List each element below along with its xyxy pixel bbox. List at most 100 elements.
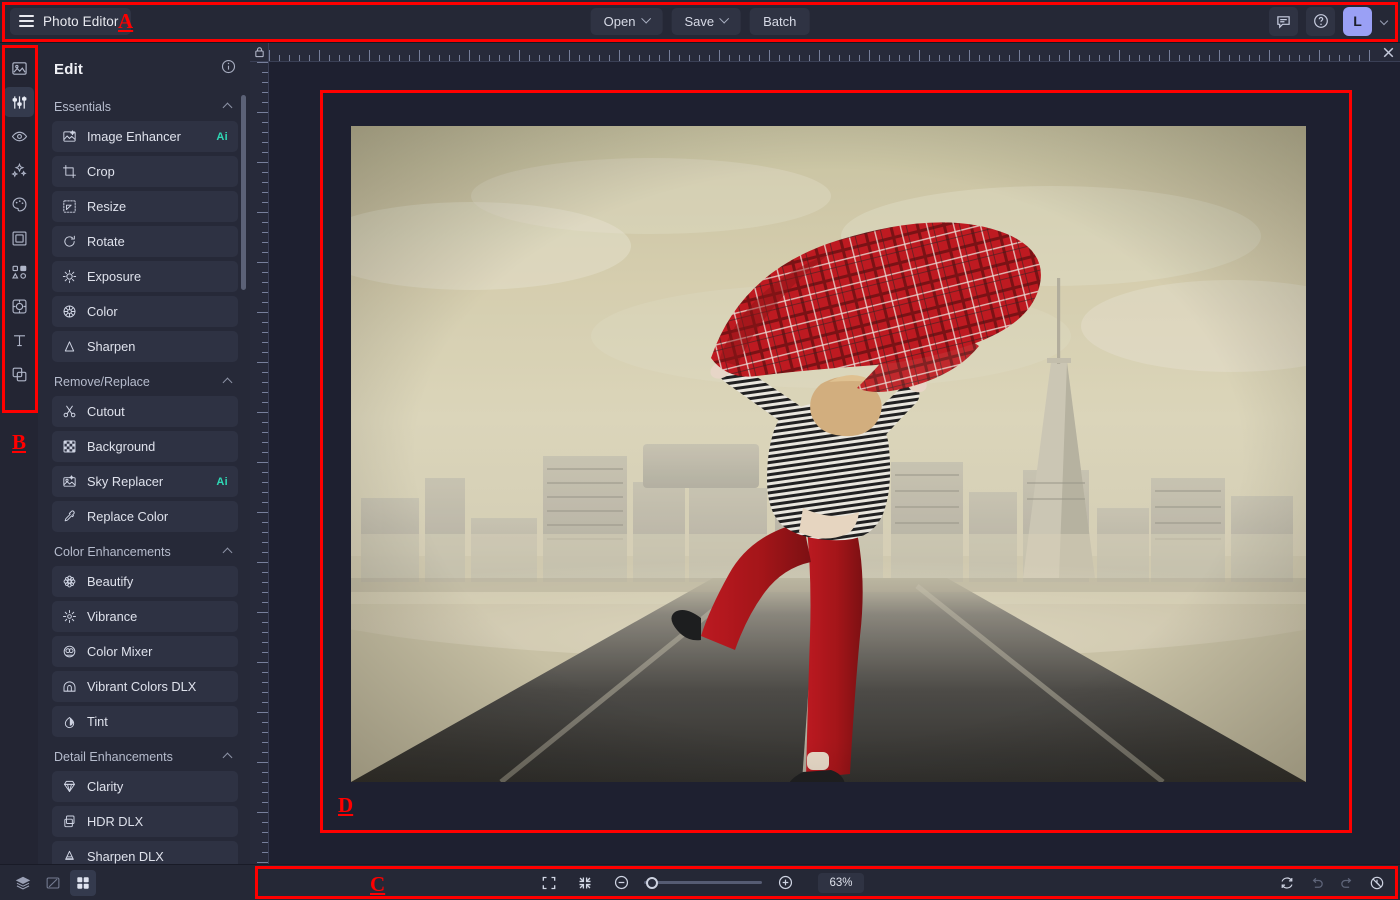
- chevron-up-icon: [222, 102, 233, 112]
- rail-item-shapes[interactable]: [4, 257, 34, 287]
- compare-split-icon: [46, 876, 60, 889]
- canvas-stage[interactable]: [269, 62, 1400, 864]
- rail-item-texture[interactable]: [4, 291, 34, 321]
- tool-item-sharpen-dlx[interactable]: Sharpen DLX: [52, 841, 238, 864]
- tool-item-color-mixer[interactable]: Color Mixer: [52, 636, 238, 667]
- reset-button[interactable]: [1274, 870, 1300, 896]
- tool-item-sky-replacer[interactable]: Sky Replacer Ai: [52, 466, 238, 497]
- ruler-tick: [262, 102, 268, 103]
- rail-item-text[interactable]: [4, 325, 34, 355]
- tool-item-clarity[interactable]: Clarity: [52, 771, 238, 802]
- rail-item-view[interactable]: [4, 121, 34, 151]
- tool-item-crop[interactable]: Crop: [52, 156, 238, 187]
- scissors-icon-wrap: [62, 404, 77, 419]
- ruler-tick: [262, 702, 268, 703]
- layers-button[interactable]: [10, 870, 36, 896]
- history-button[interactable]: [1364, 870, 1390, 896]
- feedback-icon: [1277, 15, 1290, 29]
- rail-item-adjust[interactable]: [4, 87, 34, 117]
- tool-item-beautify[interactable]: Beautify: [52, 566, 238, 597]
- tool-item-sharpen[interactable]: Sharpen: [52, 331, 238, 362]
- ruler-tick: [359, 55, 360, 61]
- ruler-tick: [262, 782, 268, 783]
- info-button[interactable]: [221, 59, 236, 79]
- zoom-slider-handle[interactable]: [646, 876, 658, 889]
- tool-group-header[interactable]: Detail Enhancements: [52, 741, 238, 771]
- horizontal-ruler[interactable]: [269, 43, 1376, 62]
- tool-item-image-enhancer[interactable]: Image Enhancer Ai: [52, 121, 238, 152]
- zoom-slider[interactable]: [644, 876, 762, 889]
- chevron-up-icon: [222, 752, 233, 762]
- avatar[interactable]: L: [1343, 6, 1372, 36]
- ruler-tick: [299, 55, 300, 61]
- rail-item-effects[interactable]: [4, 155, 34, 185]
- tool-item-label: Vibrance: [87, 609, 138, 624]
- tool-item-hdr-dlx[interactable]: HDR DLX: [52, 806, 238, 837]
- grid-view-button[interactable]: [70, 869, 96, 896]
- ruler-tick: [262, 402, 268, 403]
- hdr-icon: [64, 815, 75, 828]
- tool-item-label: Replace Color: [87, 509, 169, 524]
- zoom-out-button[interactable]: [608, 870, 634, 896]
- ruler-tick: [339, 55, 340, 61]
- edit-panel-list[interactable]: Essentials Image Enhancer Ai Crop Resize Rota…: [38, 91, 250, 864]
- ruler-tick: [939, 55, 940, 61]
- ruler-lock-button[interactable]: [250, 43, 269, 62]
- ruler-tick: [262, 822, 268, 823]
- open-button[interactable]: Open: [590, 7, 663, 35]
- close-canvas-button[interactable]: [1376, 43, 1400, 62]
- tool-item-replace-color[interactable]: Replace Color: [52, 501, 238, 532]
- panel-scrollbar[interactable]: [241, 95, 246, 290]
- rail-item-layers[interactable]: [4, 359, 34, 389]
- tool-item-color[interactable]: Color: [52, 296, 238, 327]
- ruler-tick: [262, 792, 268, 793]
- ruler-tick: [262, 552, 268, 553]
- tool-item-exposure[interactable]: Exposure: [52, 261, 238, 292]
- ruler-tick: [1289, 55, 1290, 61]
- ruler-tick: [1039, 55, 1040, 61]
- tool-item-background[interactable]: Background: [52, 431, 238, 462]
- fit-screen-button[interactable]: [536, 870, 562, 896]
- ruler-tick: [1099, 55, 1100, 61]
- tool-item-tint[interactable]: Tint: [52, 706, 238, 737]
- undo-button[interactable]: [1304, 870, 1330, 896]
- rail-item-palette[interactable]: [4, 189, 34, 219]
- ruler-tick: [262, 472, 268, 473]
- chevron-down-icon[interactable]: [1379, 16, 1389, 26]
- ruler-tick: [262, 832, 268, 833]
- ruler-tick: [257, 612, 268, 613]
- palette-icon: [12, 197, 26, 211]
- ruler-tick: [262, 572, 268, 573]
- redo-button[interactable]: [1334, 870, 1360, 896]
- ruler-tick: [262, 142, 268, 143]
- batch-button[interactable]: Batch: [750, 7, 810, 35]
- vertical-ruler[interactable]: [250, 62, 269, 864]
- canvas-area: [250, 43, 1400, 864]
- ai-badge: Ai: [216, 130, 228, 143]
- compare-button[interactable]: [40, 870, 66, 896]
- edited-image[interactable]: [351, 126, 1306, 782]
- zoom-level-value[interactable]: 63%: [818, 872, 864, 893]
- fit-contract-icon: [579, 876, 591, 889]
- tool-item-vibrant-colors-dlx[interactable]: Vibrant Colors DLX: [52, 671, 238, 702]
- app-menu-button[interactable]: Photo Editor: [10, 7, 131, 35]
- tool-item-vibrance[interactable]: Vibrance: [52, 601, 238, 632]
- ruler-tick: [509, 55, 510, 61]
- ruler-tick: [262, 342, 268, 343]
- save-button[interactable]: Save: [671, 7, 742, 35]
- tool-group-header[interactable]: Remove/Replace: [52, 366, 238, 396]
- rail-item-frame[interactable]: [4, 223, 34, 253]
- feedback-button[interactable]: [1269, 6, 1298, 36]
- tool-group-header[interactable]: Color Enhancements: [52, 536, 238, 566]
- actual-size-button[interactable]: [572, 870, 598, 896]
- zoom-in-button[interactable]: [772, 870, 798, 896]
- tool-item-resize[interactable]: Resize: [52, 191, 238, 222]
- tool-group-header[interactable]: Essentials: [52, 91, 238, 121]
- color-mixer-icon-wrap: [62, 644, 77, 659]
- tool-item-cutout[interactable]: Cutout: [52, 396, 238, 427]
- ruler-tick: [257, 312, 268, 313]
- rail-item-image[interactable]: [4, 53, 34, 83]
- tool-item-rotate[interactable]: Rotate: [52, 226, 238, 257]
- help-button[interactable]: [1306, 6, 1335, 36]
- layers-icon: [15, 876, 31, 889]
